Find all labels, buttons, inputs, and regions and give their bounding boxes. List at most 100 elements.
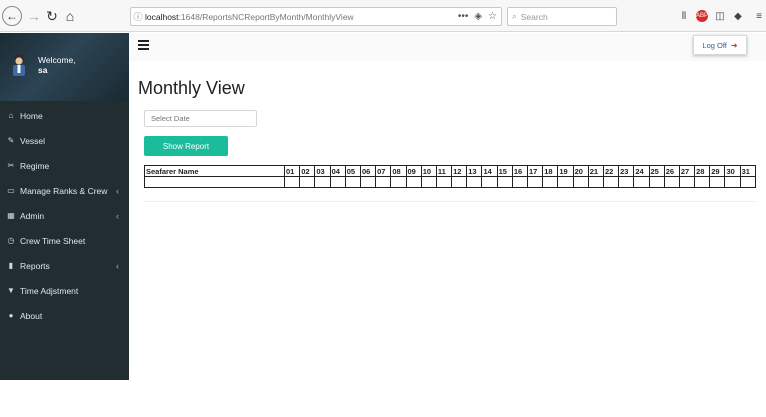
table-cell: [299, 176, 316, 188]
column-header-day: 12: [451, 165, 468, 177]
sidebar-item-label: Admin: [20, 210, 45, 221]
browser-search-input[interactable]: ⌕ Search: [507, 7, 617, 26]
user-icon: ●: [8, 311, 14, 320]
adblock-icon[interactable]: ABP: [696, 10, 708, 22]
column-header-day: 18: [542, 165, 559, 177]
table-cell: [451, 176, 468, 188]
sidebar-item-admin[interactable]: ▦ Admin ‹: [0, 203, 129, 228]
search-icon: ⌕: [512, 11, 517, 21]
browser-menu-icon[interactable]: ≡: [752, 8, 766, 24]
info-icon[interactable]: ⓘ: [131, 10, 145, 23]
column-header-day: 22: [602, 165, 620, 177]
sidebar-toggle-icon[interactable]: ◫: [713, 8, 727, 24]
sidebar-item-regime[interactable]: ✂ Regime: [0, 153, 129, 178]
column-header-day: 10: [420, 165, 437, 177]
column-header-day: 13: [466, 165, 483, 177]
page-title: Monthly View: [138, 78, 245, 98]
app-header: Log Off ➜: [129, 33, 766, 61]
column-header-day: 15: [496, 165, 513, 177]
sidebar-item-reports[interactable]: ▮ Reports ‹: [0, 253, 129, 278]
column-header-day: 20: [572, 165, 589, 177]
column-header-day: 05: [344, 165, 361, 177]
url-bar[interactable]: ⓘ localhost:1648/ReportsNCReportByMonth/…: [130, 7, 502, 26]
home-browser-icon[interactable]: ⌂: [60, 6, 80, 26]
table-cell: [587, 176, 604, 188]
column-header-day: 21: [587, 165, 604, 177]
sidebar-item-label: Time Adjstment: [20, 285, 79, 296]
table-cell: [572, 176, 589, 188]
sidebar-item-label: Home: [20, 110, 43, 121]
show-report-button[interactable]: Show Report: [144, 136, 228, 156]
column-header-seafarer-name: Seafarer Name: [144, 165, 285, 177]
date-picker-input[interactable]: [144, 110, 257, 127]
column-header-day: 09: [405, 165, 422, 177]
desktop-icon: ▭: [7, 186, 15, 195]
sidebar-item-label: Vessel: [20, 135, 46, 146]
sidebar-item-label: Crew Time Sheet: [20, 235, 86, 246]
column-header-day: 30: [724, 165, 741, 177]
table-cell: [496, 176, 513, 188]
table-cell: [420, 176, 437, 188]
bar-chart-icon: ▮: [8, 261, 14, 270]
forward-arrow-icon[interactable]: →: [24, 6, 44, 26]
column-header-day: 11: [435, 165, 453, 177]
welcome-label: Welcome,: [38, 55, 76, 65]
extension-icon[interactable]: ◆: [731, 8, 745, 24]
column-header-day: 02: [299, 165, 316, 177]
table-cell: [739, 176, 757, 188]
table-cell: [344, 176, 361, 188]
table-cell: [144, 176, 285, 188]
sidebar-menu: ⌂ Home ✎ Vessel ✂ Regime ▭ Manage Ranks & Cr…: [0, 103, 129, 328]
column-header-day: 23: [618, 165, 635, 177]
sidebar: Welcome, sa ⌂ Home ✎ Vessel ✂ Regime ▭ Manag…: [0, 33, 129, 380]
chevron-left-icon: ‹: [116, 210, 119, 221]
table-cell: [602, 176, 620, 188]
table-cell: [663, 176, 680, 188]
sidebar-item-crew-time-sheet[interactable]: ◷ Crew Time Sheet: [0, 228, 129, 253]
column-header-day: 25: [648, 165, 665, 177]
library-icon[interactable]: ⫴: [677, 8, 691, 24]
bookmark-star-icon[interactable]: ☆: [488, 11, 497, 22]
welcome-text: Welcome, sa: [38, 55, 76, 75]
table-cell: [542, 176, 559, 188]
table-cell: [314, 176, 331, 188]
url-host: localhost: [145, 11, 179, 22]
sidebar-item-about[interactable]: ● About: [0, 303, 129, 328]
table-cell: [481, 176, 498, 188]
table-cell: [678, 176, 696, 188]
sidebar-item-manage-ranks-crew[interactable]: ▭ Manage Ranks & Crew ‹: [0, 178, 129, 203]
table-cell: [557, 176, 574, 188]
sidebar-item-label: Regime: [20, 160, 50, 171]
browser-toolbar: ← → ↻ ⌂ ⓘ localhost:1648/ReportsNCReport…: [0, 0, 766, 32]
logoff-label: Log Off: [702, 40, 727, 50]
page-actions-icon[interactable]: •••: [458, 11, 469, 22]
table-cell: [329, 176, 346, 188]
column-header-day: 24: [633, 165, 650, 177]
hamburger-menu-icon[interactable]: [138, 40, 149, 50]
table-cell: [375, 176, 392, 188]
column-header-day: 27: [678, 165, 696, 177]
table-cell: [618, 176, 635, 188]
table-cell: [390, 176, 407, 188]
sidebar-item-label: Manage Ranks & Crew: [20, 185, 108, 196]
table-cell: [511, 176, 529, 188]
scissors-icon: ✂: [7, 161, 15, 170]
monthly-report-table: Seafarer Name 01 02 03 04 05 06 07 08 09 10 11 12 13…: [144, 165, 757, 188]
column-header-day: 26: [663, 165, 680, 177]
edit-icon: ✎: [7, 136, 15, 145]
sidebar-item-home[interactable]: ⌂ Home: [0, 103, 129, 128]
sidebar-item-time-adjstment[interactable]: ▼ Time Adjstment: [0, 278, 129, 303]
column-header-day: 04: [329, 165, 346, 177]
reload-icon[interactable]: ↻: [42, 6, 62, 26]
user-panel: Welcome, sa: [0, 33, 129, 101]
logoff-button[interactable]: Log Off ➜: [693, 35, 747, 55]
table-icon: ▦: [7, 211, 15, 220]
pocket-icon[interactable]: ◈: [474, 11, 482, 22]
sidebar-item-vessel[interactable]: ✎ Vessel: [0, 128, 129, 153]
back-arrow-icon[interactable]: ←: [2, 6, 22, 26]
username: sa: [38, 65, 48, 75]
table-cell: [466, 176, 483, 188]
table-cell: [648, 176, 665, 188]
url-path: :1648/ReportsNCReportByMonth/MonthlyView: [178, 11, 354, 22]
table-row: [144, 176, 757, 188]
